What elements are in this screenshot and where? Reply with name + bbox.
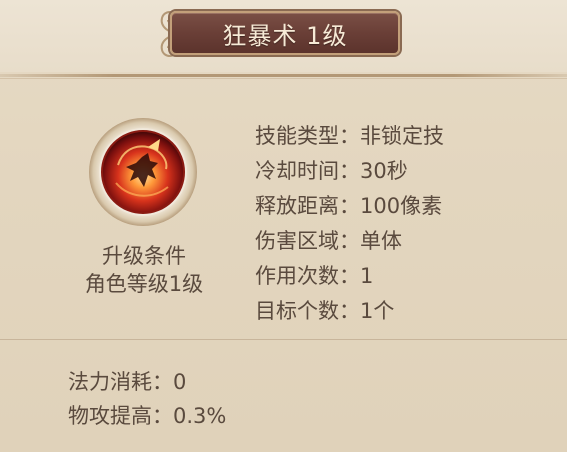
skill-title: 狂暴术 1级 xyxy=(222,21,348,50)
stat-label: 释放距离： xyxy=(255,194,360,218)
skill-info-panel: 狂暴术 1级 升级条件 角色等级1级 技能类型：非锁定技 冷却时间：30秒 释放… xyxy=(0,0,567,452)
effect-value: 0.3% xyxy=(173,404,227,428)
header-border-inner xyxy=(0,78,567,79)
stat-value: 非锁定技 xyxy=(360,124,444,148)
stat-value: 30秒 xyxy=(360,159,408,183)
stat-value: 1 xyxy=(360,264,374,288)
stat-label: 作用次数： xyxy=(255,264,360,288)
effect-label: 法力消耗： xyxy=(68,370,173,394)
stat-target-count: 目标个数：1个 xyxy=(255,295,394,325)
stat-label: 技能类型： xyxy=(255,124,360,148)
stat-cooldown: 冷却时间：30秒 xyxy=(255,155,408,185)
upgrade-condition-requirement: 角色等级1级 xyxy=(84,272,204,296)
effect-label: 物攻提高： xyxy=(68,404,173,428)
upgrade-condition-title: 升级条件 xyxy=(102,244,186,268)
skill-icon-container xyxy=(88,117,198,227)
stat-label: 冷却时间： xyxy=(255,159,360,183)
stat-label: 伤害区域： xyxy=(255,229,360,253)
stat-range: 释放距离：100像素 xyxy=(255,190,442,220)
stat-value: 1个 xyxy=(360,299,395,323)
stat-use-count: 作用次数：1 xyxy=(255,260,373,290)
header-border-line xyxy=(0,74,567,77)
stat-label: 目标个数： xyxy=(255,299,360,323)
berserk-skill-icon xyxy=(89,118,197,226)
stat-skill-type: 技能类型：非锁定技 xyxy=(255,120,444,150)
effect-mana-cost: 法力消耗：0 xyxy=(68,366,186,396)
stat-value: 100像素 xyxy=(360,194,443,218)
effect-attack-bonus: 物攻提高：0.3% xyxy=(68,400,226,430)
stat-value: 单体 xyxy=(360,229,402,253)
stat-damage-area: 伤害区域：单体 xyxy=(255,225,402,255)
effect-value: 0 xyxy=(173,370,187,394)
section-divider xyxy=(0,339,567,340)
